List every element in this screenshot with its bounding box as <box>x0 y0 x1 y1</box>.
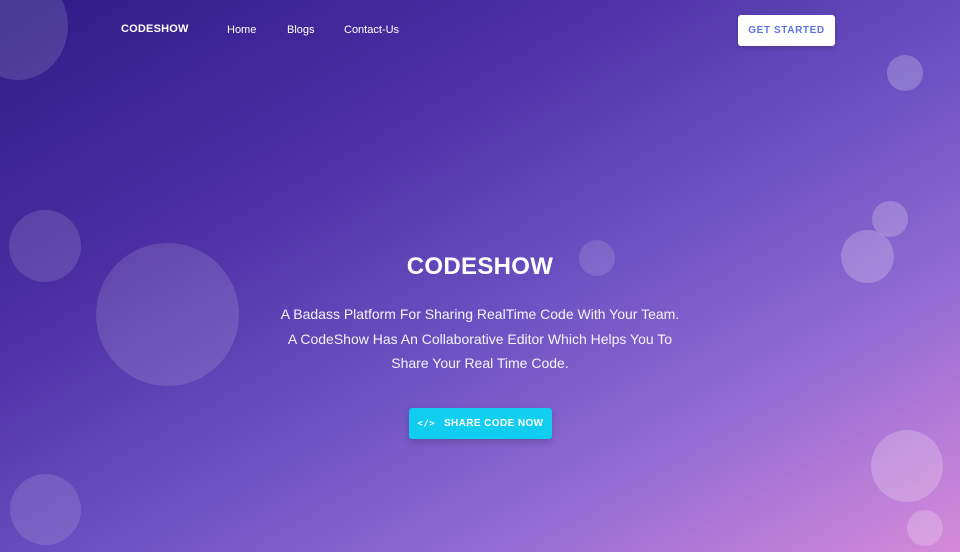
hero-description-line: A Badass Platform For Sharing RealTime C… <box>280 306 680 322</box>
background-bubble <box>907 510 943 546</box>
hero-description: A Badass Platform For Sharing RealTime C… <box>230 302 730 376</box>
background-bubble <box>10 474 81 545</box>
nav-link-contact-us[interactable]: Contact-Us <box>344 24 399 36</box>
navbar: CODESHOW Home Blogs Contact-Us GET START… <box>0 0 960 62</box>
hero-description-line: A CodeShow Has An Collaborative Editor W… <box>287 330 673 347</box>
background-bubble <box>871 430 943 502</box>
share-code-now-label: SHARE CODE NOW <box>443 418 544 429</box>
get-started-label: GET STARTED <box>748 25 825 36</box>
nav-link-home[interactable]: Home <box>227 24 256 36</box>
hero-description-line: Share Your Real Time Code. <box>391 355 569 371</box>
get-started-button[interactable]: GET STARTED <box>738 15 835 46</box>
brand-logo[interactable]: CODESHOW <box>121 23 189 35</box>
hero-title: CODESHOW <box>406 253 554 280</box>
nav-link-blogs[interactable]: Blogs <box>287 24 315 36</box>
code-icon: </> <box>417 418 435 429</box>
share-code-now-button[interactable]: </> SHARE CODE NOW <box>409 408 552 439</box>
